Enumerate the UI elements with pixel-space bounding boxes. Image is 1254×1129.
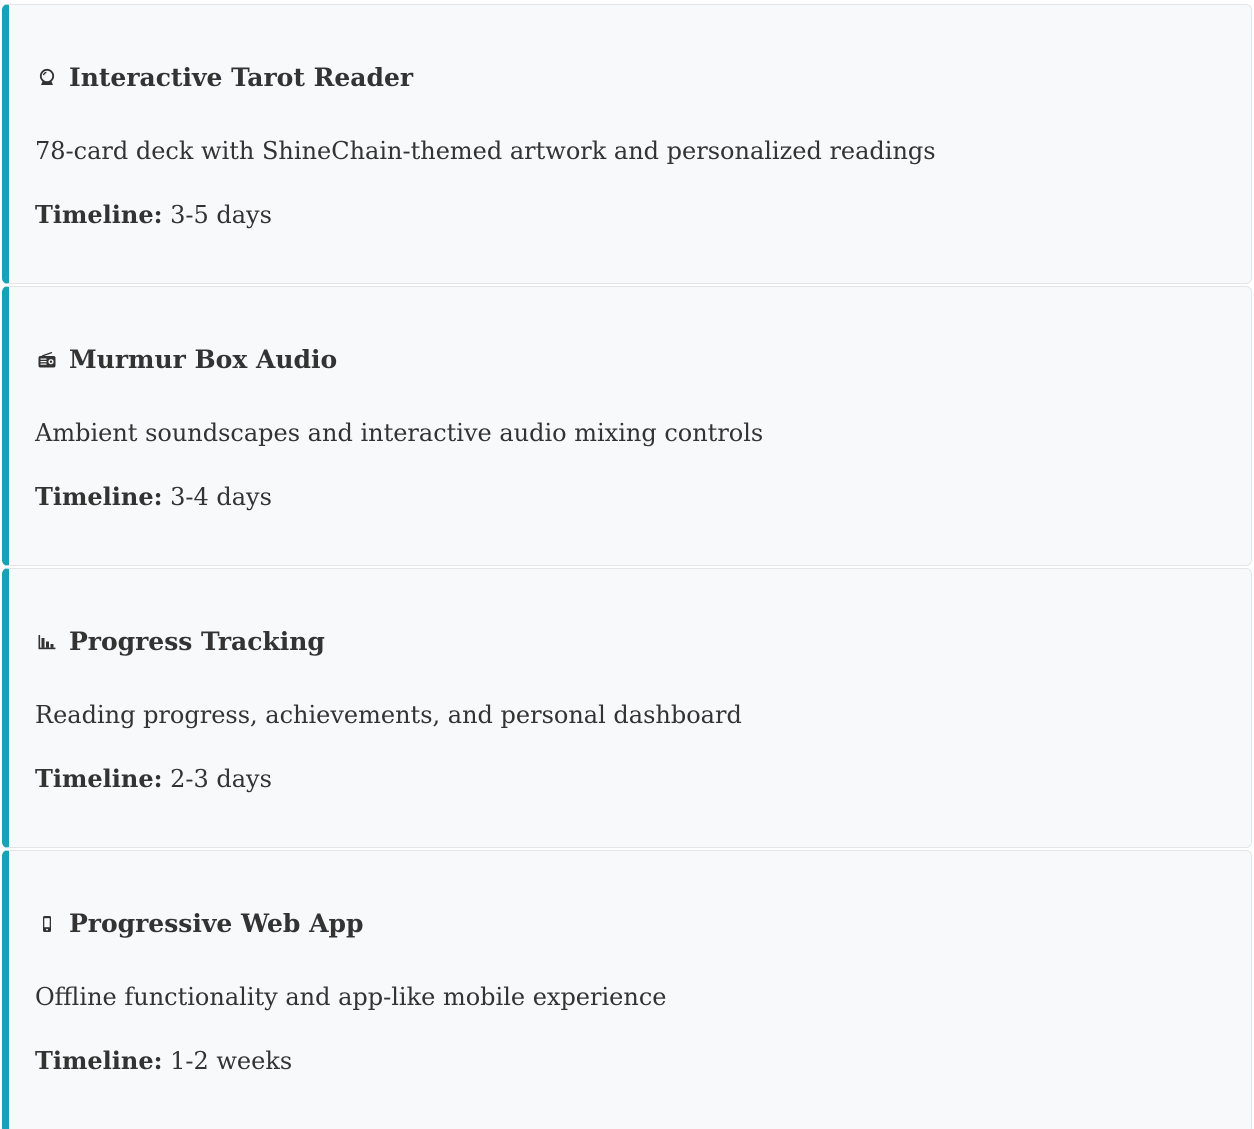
feature-description: 78-card deck with ShineChain-themed artw…: [35, 137, 936, 165]
feature-card-murmur-box: Murmur Box Audio Ambient soundscapes and…: [2, 286, 1252, 566]
timeline-label: Timeline:: [35, 764, 163, 793]
feature-card-tarot-reader: Interactive Tarot Reader 78-card deck wi…: [2, 4, 1252, 284]
mobile-phone-icon: [35, 912, 59, 936]
feature-title: Progressive Web App: [35, 909, 363, 938]
feature-title: Murmur Box Audio: [35, 345, 337, 374]
feature-title: Progress Tracking: [35, 627, 325, 656]
feature-card-progress-tracking: Progress Tracking Reading progress, achi…: [2, 568, 1252, 848]
feature-timeline: Timeline: 2-3 days: [35, 764, 272, 793]
timeline-value: 3-4 days: [170, 483, 272, 511]
feature-card-pwa: Progressive Web App Offline functionalit…: [2, 850, 1252, 1129]
feature-timeline: Timeline: 3-5 days: [35, 200, 272, 229]
feature-title-text: Interactive Tarot Reader: [69, 63, 414, 92]
timeline-value: 3-5 days: [170, 201, 272, 229]
bar-chart-icon: [35, 630, 59, 654]
feature-title-text: Progress Tracking: [69, 627, 325, 656]
feature-description: Reading progress, achievements, and pers…: [35, 701, 742, 729]
timeline-label: Timeline:: [35, 200, 163, 229]
feature-description: Offline functionality and app-like mobil…: [35, 983, 667, 1011]
timeline-label: Timeline:: [35, 1046, 163, 1075]
feature-title-text: Murmur Box Audio: [69, 345, 338, 374]
feature-description: Ambient soundscapes and interactive audi…: [35, 419, 764, 447]
feature-timeline: Timeline: 1-2 weeks: [35, 1046, 292, 1075]
timeline-value: 2-3 days: [170, 765, 272, 793]
crystal-ball-icon: [35, 66, 59, 90]
timeline-value: 1-2 weeks: [170, 1047, 293, 1075]
feature-title-text: Progressive Web App: [69, 909, 364, 938]
timeline-label: Timeline:: [35, 482, 163, 511]
feature-timeline: Timeline: 3-4 days: [35, 482, 272, 511]
feature-title: Interactive Tarot Reader: [35, 63, 413, 92]
feature-list: Interactive Tarot Reader 78-card deck wi…: [0, 0, 1254, 1129]
radio-icon: [35, 348, 59, 372]
